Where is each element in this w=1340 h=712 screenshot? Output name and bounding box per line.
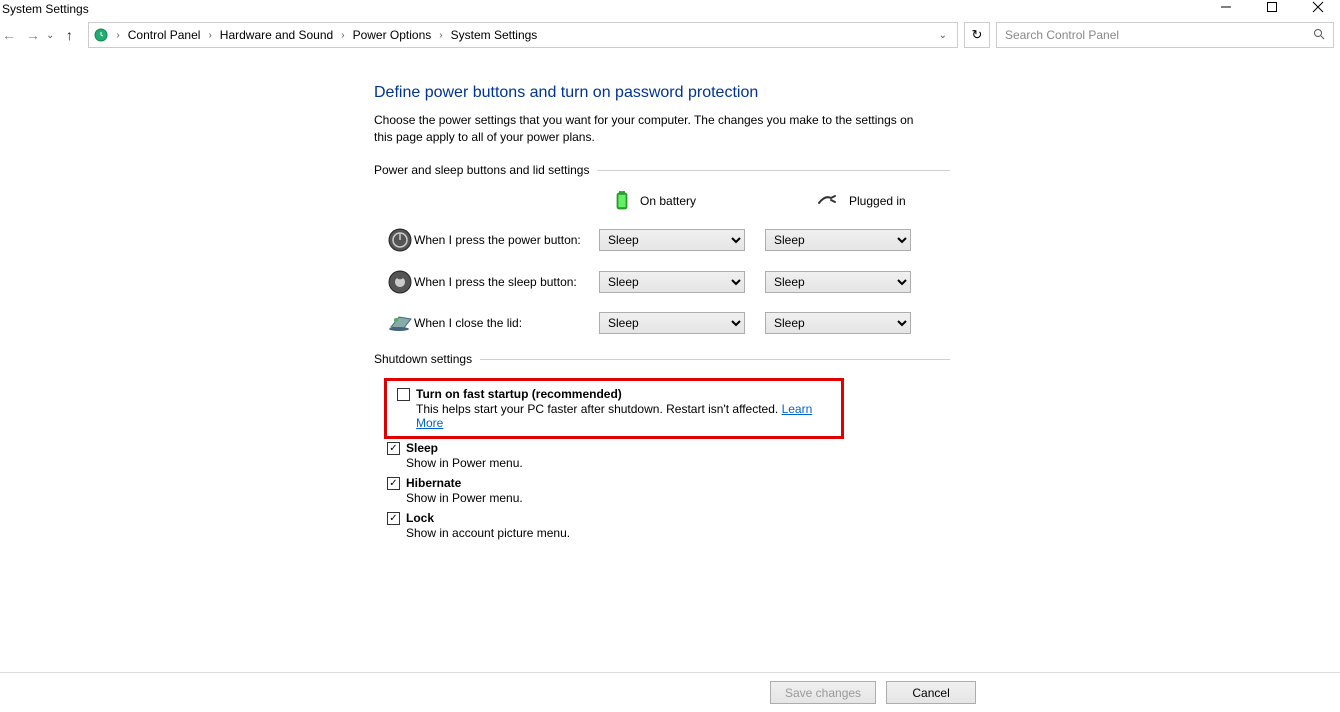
- nav-history-dropdown[interactable]: ⌄: [46, 30, 54, 41]
- on-battery-header: On battery: [614, 189, 747, 214]
- hibernate-desc: Show in Power menu.: [374, 491, 950, 505]
- fast-startup-highlight: Turn on fast startup (recommended) This …: [384, 378, 844, 439]
- breadcrumb-control-panel[interactable]: Control Panel: [127, 28, 202, 42]
- power-options-icon: [93, 27, 109, 43]
- refresh-button[interactable]: ↻: [964, 22, 990, 48]
- fast-startup-label: Turn on fast startup (recommended): [416, 387, 622, 401]
- fast-startup-desc: This helps start your PC faster after sh…: [397, 402, 835, 430]
- power-button-row: When I press the power button: Sleep Sle…: [374, 228, 950, 252]
- minimize-button[interactable]: [1212, 0, 1240, 16]
- section-title: Power and sleep buttons and lid settings: [374, 163, 597, 177]
- lid-close-label: When I close the lid:: [414, 316, 599, 330]
- fast-startup-checkbox[interactable]: [397, 388, 410, 401]
- sleep-button-battery-select[interactable]: Sleep: [599, 271, 745, 293]
- window-controls: [1212, 0, 1332, 16]
- section-title: Shutdown settings: [374, 352, 480, 366]
- toolbar: ← → ⌄ ↑ › Control Panel › Hardware and S…: [0, 18, 1340, 54]
- nav-up-button[interactable]: ↑: [60, 26, 78, 44]
- laptop-lid-icon: [374, 313, 414, 333]
- titlebar: System Settings: [0, 0, 1340, 18]
- search-input[interactable]: [1005, 28, 1313, 42]
- breadcrumb-power-options[interactable]: Power Options: [352, 28, 433, 42]
- window-title: System Settings: [2, 2, 89, 16]
- power-button-plugged-select[interactable]: Sleep: [765, 229, 911, 251]
- on-battery-label: On battery: [640, 194, 696, 208]
- page-heading: Define power buttons and turn on passwor…: [374, 84, 950, 102]
- sleep-button-row: When I press the sleep button: Sleep Sle…: [374, 270, 950, 294]
- plugged-in-header: Plugged in: [817, 189, 950, 214]
- breadcrumb-hardware-sound[interactable]: Hardware and Sound: [219, 28, 334, 42]
- power-button-icon: [374, 228, 414, 252]
- battery-icon: [614, 189, 630, 214]
- shutdown-section-header: Shutdown settings: [374, 352, 950, 366]
- breadcrumb-system-settings[interactable]: System Settings: [450, 28, 539, 42]
- lid-plugged-select[interactable]: Sleep: [765, 312, 911, 334]
- search-box[interactable]: [996, 22, 1334, 48]
- hibernate-label: Hibernate: [406, 476, 461, 490]
- lock-checkbox[interactable]: ✓: [387, 512, 400, 525]
- cancel-button[interactable]: Cancel: [886, 681, 976, 704]
- close-button[interactable]: [1304, 0, 1332, 16]
- column-headers: On battery Plugged in: [374, 189, 950, 214]
- sleep-button-plugged-select[interactable]: Sleep: [765, 271, 911, 293]
- chevron-right-icon: ›: [205, 30, 214, 41]
- sleep-checkbox[interactable]: ✓: [387, 442, 400, 455]
- address-dropdown-button[interactable]: ⌄: [933, 30, 953, 41]
- maximize-button[interactable]: [1258, 0, 1286, 16]
- lid-battery-select[interactable]: Sleep: [599, 312, 745, 334]
- page-description: Choose the power settings that you want …: [374, 112, 934, 147]
- nav-back-button[interactable]: ←: [0, 26, 18, 44]
- save-changes-button[interactable]: Save changes: [770, 681, 876, 704]
- lock-label: Lock: [406, 511, 434, 525]
- footer: Save changes Cancel: [0, 672, 1340, 712]
- hibernate-checkbox[interactable]: ✓: [387, 477, 400, 490]
- sleep-button-icon: [374, 270, 414, 294]
- lock-desc: Show in account picture menu.: [374, 526, 950, 540]
- power-button-battery-select[interactable]: Sleep: [599, 229, 745, 251]
- lid-close-row: When I close the lid: Sleep Sleep: [374, 312, 950, 334]
- chevron-right-icon: ›: [436, 30, 445, 41]
- main-content: Define power buttons and turn on passwor…: [0, 54, 950, 540]
- plugged-in-label: Plugged in: [849, 194, 906, 208]
- search-icon: [1313, 28, 1325, 43]
- chevron-right-icon: ›: [338, 30, 347, 41]
- sleep-desc: Show in Power menu.: [374, 456, 950, 470]
- sleep-label: Sleep: [406, 441, 438, 455]
- plug-icon: [817, 193, 839, 210]
- addressbar[interactable]: › Control Panel › Hardware and Sound › P…: [88, 22, 958, 48]
- chevron-right-icon: ›: [113, 30, 122, 41]
- nav-forward-button[interactable]: →: [24, 26, 42, 44]
- power-button-label: When I press the power button:: [414, 233, 599, 247]
- sleep-button-label: When I press the sleep button:: [414, 275, 599, 289]
- power-sleep-section-header: Power and sleep buttons and lid settings: [374, 163, 950, 177]
